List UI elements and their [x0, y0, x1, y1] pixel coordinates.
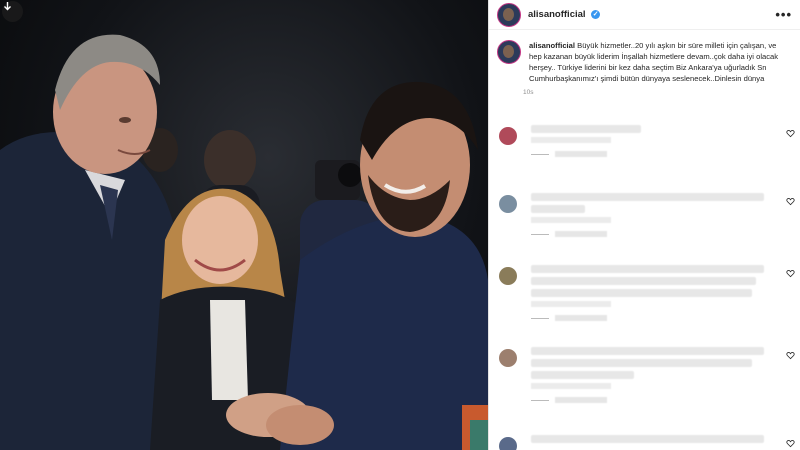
commenter-avatar[interactable] — [499, 195, 517, 213]
view-replies-link[interactable] — [531, 151, 776, 157]
comment-meta — [531, 301, 611, 307]
comment-body — [531, 125, 776, 157]
commenter-avatar[interactable] — [499, 437, 517, 450]
post-header: alisanofficial ✓ ••• — [489, 0, 800, 30]
verified-badge-icon: ✓ — [591, 9, 601, 19]
replies-divider — [531, 153, 549, 155]
like-heart-icon[interactable] — [786, 439, 795, 448]
comment-text-line — [531, 193, 764, 201]
replies-divider — [531, 317, 549, 319]
view-replies-link[interactable] — [531, 397, 776, 403]
download-button[interactable] — [2, 1, 23, 22]
comment-text-line — [531, 359, 752, 367]
comment-meta — [531, 383, 611, 389]
comment-text-line — [531, 435, 764, 443]
comment-text-line — [531, 205, 585, 213]
more-options-icon[interactable]: ••• — [775, 7, 792, 22]
like-heart-icon[interactable] — [786, 269, 795, 278]
replies-divider — [531, 233, 549, 235]
comment-meta — [531, 137, 611, 143]
comment-item — [489, 125, 800, 157]
caption-username[interactable]: alisanofficial — [529, 41, 575, 50]
comment-item — [489, 193, 800, 237]
comment-text-line — [531, 265, 764, 273]
comment-meta — [531, 217, 611, 223]
post-caption: alisanofficial Büyük hizmetler..20 yılı … — [489, 30, 800, 84]
view-replies-link[interactable] — [531, 315, 776, 321]
comment-text-line — [531, 347, 764, 355]
caption-avatar[interactable] — [497, 40, 521, 64]
post-side-panel: alisanofficial ✓ ••• alisanofficial Büyü… — [488, 0, 800, 450]
comment-item — [489, 265, 800, 321]
comment-body — [531, 347, 776, 403]
replies-label — [555, 151, 607, 157]
comment-text-line — [531, 277, 757, 285]
commenter-avatar[interactable] — [499, 349, 517, 367]
comment-body — [531, 193, 776, 237]
like-heart-icon[interactable] — [786, 351, 795, 360]
comment-item — [489, 435, 800, 450]
like-heart-icon[interactable] — [786, 197, 795, 206]
comment-body — [531, 265, 776, 321]
download-arrow-icon — [4, 2, 11, 11]
post-photo[interactable] — [0, 0, 488, 450]
replies-label — [555, 315, 607, 321]
view-replies-link[interactable] — [531, 231, 776, 237]
commenter-avatar[interactable] — [499, 127, 517, 145]
replies-label — [555, 231, 607, 237]
avatar[interactable] — [497, 2, 521, 27]
comment-text-line — [531, 371, 634, 379]
comment-text-line — [531, 289, 752, 297]
replies-divider — [531, 399, 549, 401]
replies-label — [555, 397, 607, 403]
photo-illustration — [0, 34, 488, 450]
username-link[interactable]: alisanofficial ✓ — [528, 9, 601, 20]
caption-timestamp: 10s — [523, 89, 534, 96]
comment-text-line — [531, 125, 642, 133]
commenter-avatar[interactable] — [499, 267, 517, 285]
like-heart-icon[interactable] — [786, 129, 795, 138]
comment-body — [531, 435, 776, 443]
comment-item — [489, 347, 800, 403]
caption-text: alisanofficial Büyük hizmetler..20 yılı … — [529, 40, 791, 84]
